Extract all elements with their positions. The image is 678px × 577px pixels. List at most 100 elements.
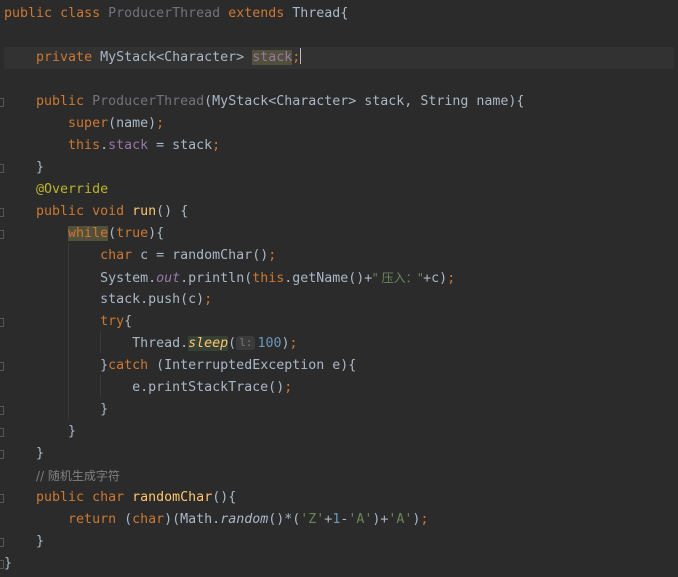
code-text: ( [228,336,237,351]
method-name: random [220,512,269,527]
keyword: char [100,248,133,263]
code-text: ){ [148,226,165,241]
keyword: public [4,6,53,21]
semicolon: ; [284,380,293,395]
char-literal: 'Z' [300,512,325,527]
semicolon: ; [420,512,429,527]
brace: } [36,534,45,549]
code-line-17[interactable]: }catch (InterruptedException e){ [4,355,674,377]
char-literal: 'A' [388,512,413,527]
class-name: ProducerThread [108,6,221,21]
keyword: super [68,116,109,131]
parameter-hint: l: [236,336,256,350]
code-line-10[interactable]: public void run() { [4,201,674,223]
semicolon: ; [289,336,298,351]
code-line-23[interactable]: public char randomChar(){ [4,487,674,509]
keyword: public [36,204,85,219]
method-name: randomChar [132,490,213,505]
comment: // 随机生成字符 [36,469,120,483]
code-text: . [100,138,109,153]
code-line-5[interactable]: public ProducerThread(MyStack<Character>… [4,91,674,113]
semicolon: ; [447,271,456,286]
code-text: c = randomChar() [132,248,269,263]
code-line-19[interactable]: } [4,399,674,421]
method-name: run [132,204,157,219]
semicolon: ; [156,116,165,131]
code-line-18[interactable]: e.printStackTrace(); [4,377,674,399]
code-text: ( [108,226,117,241]
code-text: = stack [148,138,213,153]
method-name: sleep [188,336,229,351]
field-name: stack [252,50,293,65]
code-text: )+ [372,512,389,527]
brace: } [36,160,45,175]
keyword: this [68,138,101,153]
superclass-name: Thread [292,6,341,21]
semicolon: ; [292,50,301,65]
brace: { [340,6,349,21]
code-text: )(Math. [164,512,221,527]
code-line-25[interactable]: } [4,531,674,553]
code-text: ()*( [268,512,301,527]
char-literal: 'A' [348,512,373,527]
code-text: .println( [180,271,253,286]
code-line-3[interactable]: private MyStack<Character> stack; [4,47,674,69]
code-line-1[interactable]: public class ProducerThread extends Thre… [4,3,674,25]
code-line-6[interactable]: super(name); [4,113,674,135]
code-text: Thread. [132,336,189,351]
brace: } [100,358,109,373]
keyword: char [132,512,165,527]
keyword: true [116,226,149,241]
code-text: e.printStackTrace() [132,380,285,395]
keyword: try [100,314,125,329]
code-line-8[interactable]: } [4,157,674,179]
brace: { [124,314,133,329]
annotation: @Override [36,182,109,197]
keyword: extends [228,6,285,21]
code-line-20[interactable]: } [4,421,674,443]
code-text: (InterruptedException e){ [148,358,357,373]
keyword: public [36,490,85,505]
code-line-13[interactable]: System.out.println(this.getName()+" 压入："… [4,267,674,289]
code-text: ( [116,512,133,527]
field-name: stack [108,138,149,153]
code-text: (){ [212,490,237,505]
code-text: () { [156,204,189,219]
code-line-14[interactable]: stack.push(c); [4,289,674,311]
text-caret [300,48,302,64]
code-line-11[interactable]: while(true){ [4,223,674,245]
code-line-22[interactable]: // 随机生成字符 [4,465,674,487]
code-text: +c) [423,271,448,286]
code-text: System. [100,271,157,286]
static-field: out [156,271,181,286]
code-text: .getName()+ [284,271,373,286]
code-line-24[interactable]: return (char)(Math.random()*('Z'+1-'A')+… [4,509,674,531]
code-text: stack.push(c) [100,292,205,307]
brace: } [4,556,13,571]
code-line-16[interactable]: Thread.sleep(l: 100); [4,333,674,355]
semicolon: ; [204,292,213,307]
code-editor[interactable]: public class ProducerThread extends Thre… [0,0,678,577]
code-line-15[interactable]: try{ [4,311,674,333]
brace: } [68,424,77,439]
type-name: MyStack<Character> [100,50,245,65]
keyword: return [68,512,117,527]
brace: } [36,446,45,461]
code-line-26[interactable]: } [4,553,674,575]
code-line-12[interactable]: char c = randomChar(); [4,245,674,267]
code-line-9[interactable]: @Override [4,179,674,201]
parameters: (MyStack<Character> stack, String name){ [204,94,525,109]
code-line-7[interactable]: this.stack = stack; [4,135,674,157]
keyword: public [36,94,85,109]
keyword: this [252,271,285,286]
constructor-name: ProducerThread [92,94,205,109]
semicolon: ; [268,248,277,263]
keyword: private [36,50,93,65]
keyword: while [68,226,109,241]
code-line-21[interactable]: } [4,443,674,465]
keyword: catch [108,358,149,373]
keyword: char [92,490,125,505]
code-text: (name) [108,116,157,131]
string-literal: " 压入：" [372,271,424,285]
keyword: void [92,204,125,219]
